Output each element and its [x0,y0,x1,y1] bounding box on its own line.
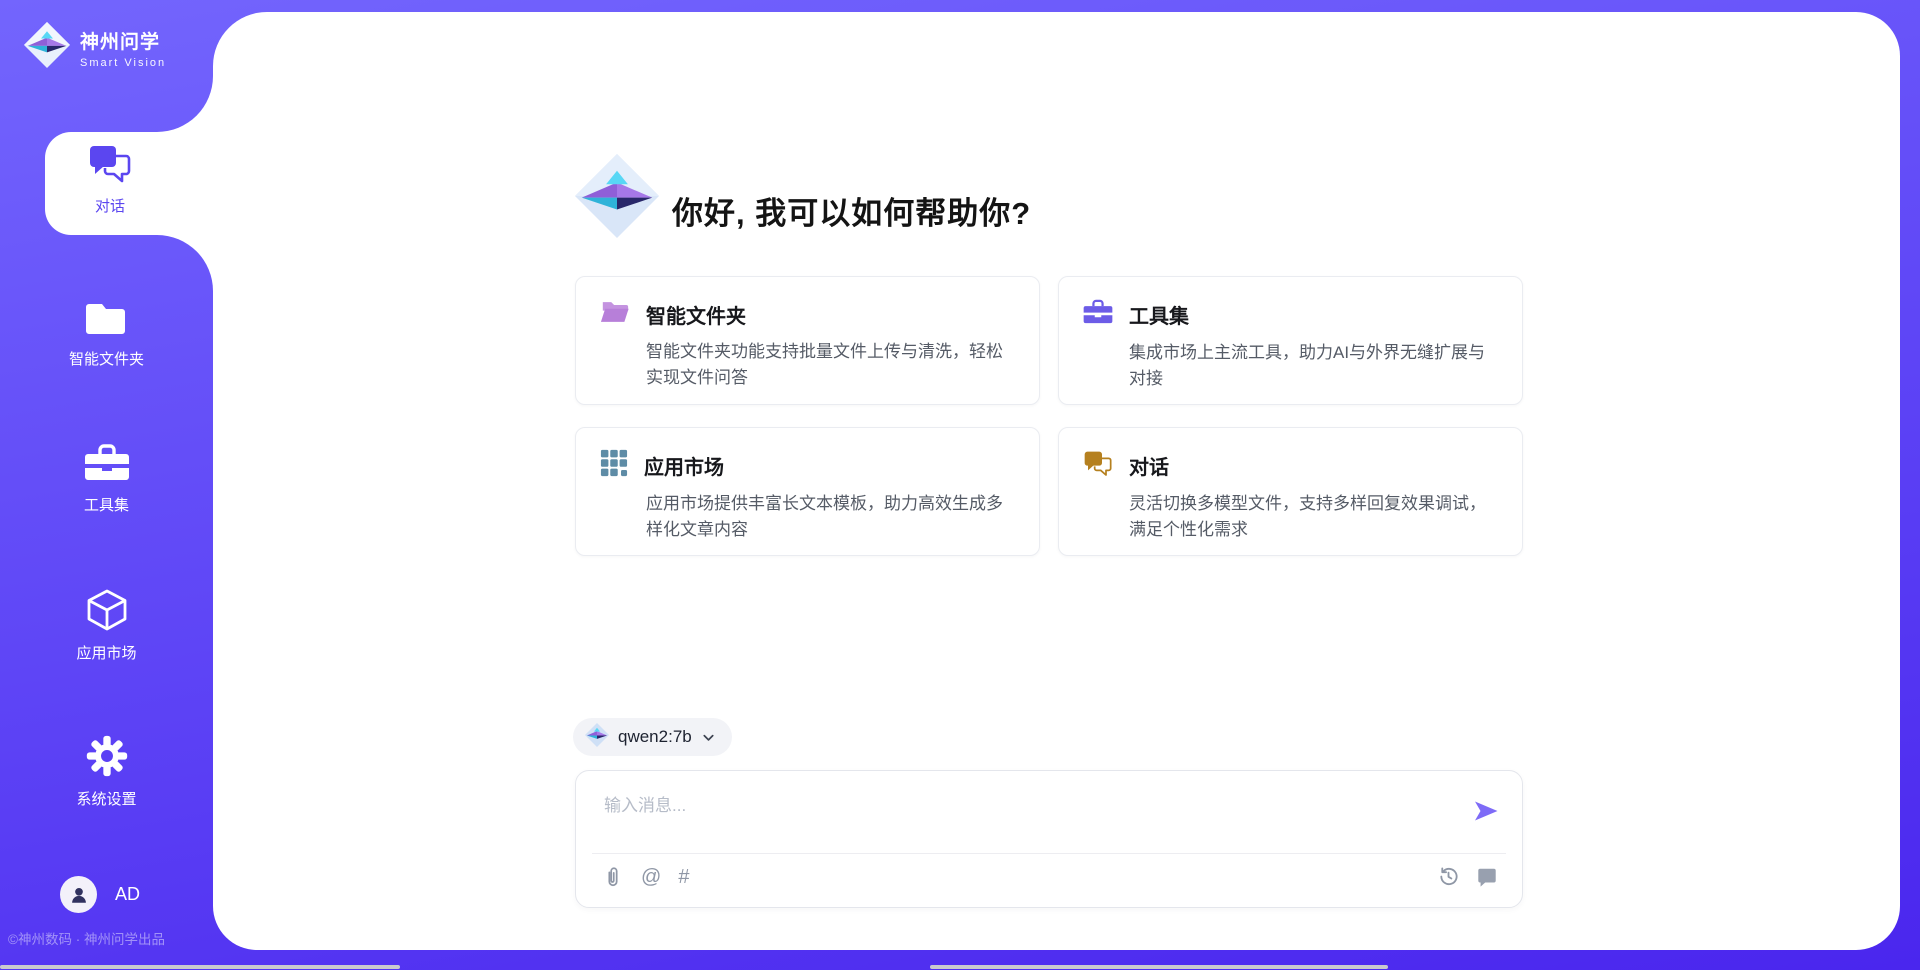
brand-logo: 神州问学 Smart Vision [24,20,166,75]
page-title: 你好, 我可以如何帮助你? [672,188,1031,233]
sidebar-item-settings[interactable]: 系统设置 [0,734,213,809]
sidebar-item-label: 智能文件夹 [0,348,213,369]
model-name: qwen2:7b [618,727,692,747]
tab-curve-bottom [157,235,213,291]
app-root: { "brand": { "name": "神州问学", "subtitle":… [0,0,1920,970]
model-diamond-icon [585,722,609,753]
sidebar-item-app-market[interactable]: 应用市场 [0,588,213,663]
gear-icon [85,765,129,782]
horizontal-scrollbar[interactable] [930,965,1388,969]
sidebar-item-toolset[interactable]: 工具集 [0,442,213,515]
user-name: AD [115,884,140,905]
tab-curve-top [157,76,213,132]
cube-icon [85,619,129,636]
comment-icon[interactable] [1476,866,1498,888]
send-icon[interactable] [1472,797,1500,825]
history-icon[interactable] [1437,865,1460,888]
sidebar-item-chat[interactable]: 对话 [45,132,214,235]
feature-card-app-market[interactable]: 应用市场 应用市场提供丰富长文本模板，助力高效生成多样化文章内容 [575,427,1040,556]
avatar[interactable] [60,876,97,913]
feature-card-toolset[interactable]: 工具集 集成市场上主流工具，助力AI与外界无缝扩展与对接 [1058,276,1523,405]
composer-divider [592,853,1506,854]
card-title: 工具集 [1129,300,1189,329]
toolbox-icon [1083,298,1113,331]
chevron-down-icon [701,730,716,745]
sidebar-item-label: 对话 [55,195,165,216]
brand-name: 神州问学 [80,27,166,54]
feature-card-smart-folder[interactable]: 智能文件夹 智能文件夹功能支持批量文件上传与清洗，轻松实现文件问答 [575,276,1040,405]
card-title: 智能文件夹 [646,300,746,329]
chat-icon [1083,449,1113,482]
sidebar-item-label: 应用市场 [0,642,213,663]
at-mention-icon[interactable]: @ [641,865,661,889]
message-composer: 输入消息... @ # [575,770,1523,908]
brand-diamond-icon [24,20,70,75]
card-description: 集成市场上主流工具，助力AI与外界无缝扩展与对接 [1129,340,1501,392]
paperclip-icon[interactable] [602,865,624,889]
brand-subtitle: Smart Vision [80,57,166,69]
card-description: 灵活切换多模型文件，支持多样回复效果调试，满足个性化需求 [1129,491,1501,543]
user-profile[interactable]: AD [60,876,140,913]
folder-open-icon [600,298,630,330]
card-title: 对话 [1129,451,1169,480]
sidebar-item-label: 工具集 [0,494,213,515]
sidebar-item-label: 系统设置 [0,788,213,809]
hero-diamond-icon [575,152,659,245]
message-input[interactable]: 输入消息... [604,791,686,816]
card-title: 应用市场 [644,451,724,480]
hash-tag-icon[interactable]: # [678,865,689,889]
model-selector[interactable]: qwen2:7b [573,718,732,756]
feature-card-chat[interactable]: 对话 灵活切换多模型文件，支持多样回复效果调试，满足个性化需求 [1058,427,1523,556]
grid-icon [600,449,628,482]
copyright-text: ©神州数码 · 神州问学出品 [8,928,165,948]
sidebar-item-smart-folder[interactable]: 智能文件夹 [0,298,213,369]
chat-icon [88,171,132,188]
horizontal-scrollbar[interactable] [0,965,400,969]
folder-icon [84,325,130,342]
card-description: 智能文件夹功能支持批量文件上传与清洗，轻松实现文件问答 [646,339,1018,391]
toolbox-icon [84,471,130,488]
card-description: 应用市场提供丰富长文本模板，助力高效生成多样化文章内容 [646,491,1018,543]
